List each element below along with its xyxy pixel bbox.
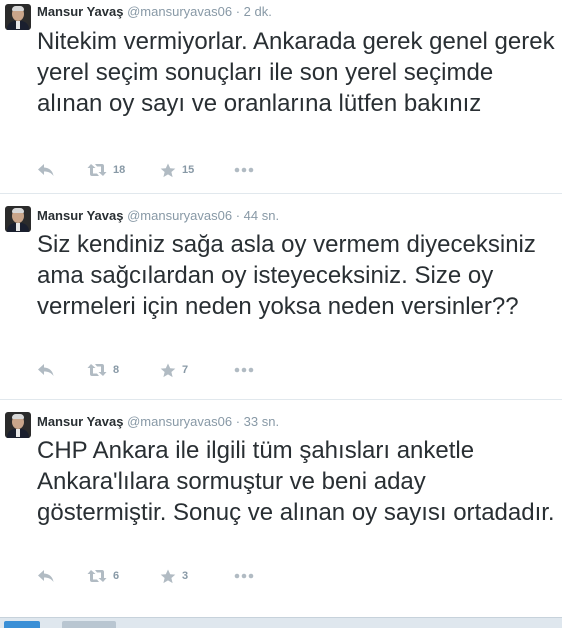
retweet-icon bbox=[87, 164, 107, 176]
taskbar-item[interactable] bbox=[62, 621, 116, 628]
reply-icon bbox=[38, 570, 54, 582]
reply-icon bbox=[38, 364, 54, 376]
tweet-actions: 18 15 bbox=[37, 160, 337, 180]
tweet[interactable]: Mansur Yavaş @mansuryavas06 · 44 sn. Siz… bbox=[0, 194, 562, 400]
tweet-header: Mansur Yavaş @mansuryavas06 · 33 sn. bbox=[37, 414, 279, 430]
avatar[interactable] bbox=[5, 412, 31, 438]
tweet-header: Mansur Yavaş @mansuryavas06 · 2 dk. bbox=[37, 4, 272, 20]
retweet-count: 8 bbox=[113, 364, 120, 376]
username[interactable]: @mansuryavas06 bbox=[127, 208, 232, 223]
separator: · bbox=[235, 414, 241, 429]
favorite-button[interactable]: 7 bbox=[160, 360, 188, 380]
retweet-icon bbox=[87, 570, 107, 582]
favorite-count: 15 bbox=[182, 164, 195, 176]
more-button[interactable] bbox=[234, 566, 254, 586]
username[interactable]: @mansuryavas06 bbox=[127, 414, 232, 429]
more-icon bbox=[234, 167, 254, 173]
timestamp[interactable]: 33 sn. bbox=[244, 414, 279, 429]
reply-button[interactable] bbox=[37, 566, 55, 586]
more-button[interactable] bbox=[234, 160, 254, 180]
favorite-count: 7 bbox=[182, 364, 189, 376]
retweet-button[interactable]: 8 bbox=[87, 360, 119, 380]
timestamp[interactable]: 2 dk. bbox=[244, 4, 272, 19]
retweet-icon bbox=[87, 364, 107, 376]
retweet-button[interactable]: 18 bbox=[87, 160, 125, 180]
avatar[interactable] bbox=[5, 206, 31, 232]
tweet-text: Siz kendiniz sağa asla oy vermem diyecek… bbox=[37, 231, 536, 320]
star-icon bbox=[160, 569, 176, 583]
fullname[interactable]: Mansur Yavaş bbox=[37, 4, 123, 19]
tweet-actions: 6 3 bbox=[37, 566, 337, 586]
retweet-count: 18 bbox=[113, 164, 126, 176]
star-icon bbox=[160, 163, 176, 177]
more-icon bbox=[234, 573, 254, 579]
tweet-text: Nitekim vermiyorlar. Ankarada gerek gene… bbox=[37, 28, 555, 117]
taskbar-strip bbox=[0, 617, 562, 628]
taskbar-item[interactable] bbox=[4, 621, 40, 628]
tweet[interactable]: Mansur Yavaş @mansuryavas06 · 33 sn. CHP… bbox=[0, 400, 562, 606]
reply-button[interactable] bbox=[37, 160, 55, 180]
username[interactable]: @mansuryavas06 bbox=[127, 4, 232, 19]
separator: · bbox=[235, 4, 241, 19]
retweet-button[interactable]: 6 bbox=[87, 566, 119, 586]
favorite-count: 3 bbox=[182, 570, 189, 582]
separator: · bbox=[235, 208, 241, 223]
more-icon bbox=[234, 367, 254, 373]
reply-button[interactable] bbox=[37, 360, 55, 380]
fullname[interactable]: Mansur Yavaş bbox=[37, 414, 123, 429]
fullname[interactable]: Mansur Yavaş bbox=[37, 208, 123, 223]
retweet-count: 6 bbox=[113, 570, 120, 582]
avatar[interactable] bbox=[5, 4, 31, 30]
favorite-button[interactable]: 15 bbox=[160, 160, 194, 180]
tweet-text: CHP Ankara ile ilgili tüm şahısları anke… bbox=[37, 437, 555, 526]
more-button[interactable] bbox=[234, 360, 254, 380]
timestamp[interactable]: 44 sn. bbox=[244, 208, 279, 223]
tweet-header: Mansur Yavaş @mansuryavas06 · 44 sn. bbox=[37, 208, 279, 224]
reply-icon bbox=[38, 164, 54, 176]
favorite-button[interactable]: 3 bbox=[160, 566, 188, 586]
star-icon bbox=[160, 363, 176, 377]
tweet-actions: 8 7 bbox=[37, 360, 337, 380]
tweet[interactable]: Mansur Yavaş @mansuryavas06 · 2 dk. Nite… bbox=[0, 0, 562, 194]
